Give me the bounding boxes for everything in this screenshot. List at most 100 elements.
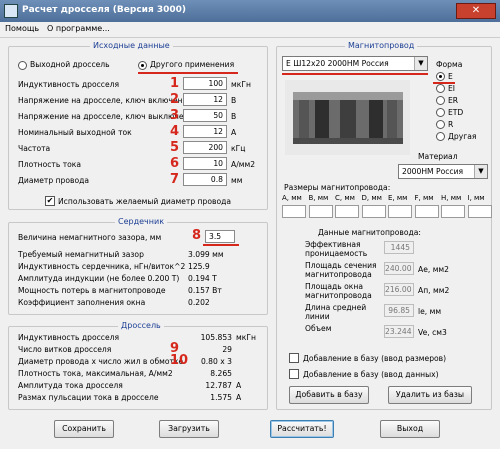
form-radio-label: ER — [448, 96, 459, 105]
size-input[interactable] — [335, 205, 359, 218]
input-field[interactable]: 12 — [183, 125, 227, 138]
form-radio-label: E — [448, 72, 453, 81]
core-data-field: 96.85 — [384, 304, 414, 317]
size-input[interactable] — [467, 205, 492, 218]
chevron-down-icon[interactable]: ▼ — [414, 57, 427, 70]
size-col-label: B, мм — [308, 194, 329, 202]
choke-group-title: Дроссель — [118, 321, 164, 330]
input-label: Напряжение на дросселе, ключ включен — [18, 96, 183, 105]
form-radio-label: EI — [448, 84, 456, 93]
core-result-value: 125.9 — [188, 262, 210, 271]
magnet-group-title: Магнитопровод — [345, 41, 418, 50]
form-radio-r[interactable] — [436, 120, 445, 129]
core-result-value: 0.157 Вт — [188, 286, 222, 295]
radio-output-choke[interactable] — [18, 61, 27, 70]
select-underline — [282, 73, 428, 75]
core-result-value: 0.202 — [188, 298, 210, 307]
material-value: 2000НМ Россия — [402, 167, 464, 176]
form-label: Форма — [436, 60, 463, 69]
size-col-label: E, мм — [388, 194, 408, 202]
form-radio-label: R — [448, 120, 454, 129]
core-data-title: Данные магнитопровода: — [318, 228, 421, 237]
choke-result-unit: А — [236, 381, 242, 390]
size-input[interactable] — [282, 205, 306, 218]
core-data-label: Площадь окна — [305, 282, 364, 291]
use-wire-diameter-checkbox[interactable]: ✔ — [45, 196, 55, 206]
form-radio-e[interactable] — [436, 72, 445, 81]
size-input[interactable] — [441, 205, 465, 218]
load-button[interactable]: Загрузить — [159, 420, 219, 438]
menu-help[interactable]: Помощь — [5, 24, 39, 33]
size-input[interactable] — [308, 205, 333, 218]
core-data-label: Эффективная — [305, 240, 361, 249]
gap-input[interactable]: 3.5 — [205, 230, 235, 243]
material-select[interactable]: 2000НМ Россия ▼ — [398, 164, 488, 179]
core-data-label2: магнитопровода — [305, 291, 372, 300]
annotation-number: 10 — [170, 353, 189, 368]
input-field[interactable]: 200 — [183, 141, 227, 154]
form-radio-er[interactable] — [436, 96, 445, 105]
size-col-label: C, мм — [335, 194, 355, 202]
input-field[interactable]: 12 — [183, 93, 227, 106]
choke-result-label: Индуктивность дросселя — [18, 333, 120, 342]
core-type-select[interactable]: Е Ш12х20 2000НМ Россия ▼ — [282, 56, 428, 71]
input-field[interactable]: 10 — [183, 157, 227, 170]
core-result-value: 3.099 мм — [188, 250, 224, 259]
input-field[interactable]: 50 — [183, 109, 227, 122]
add-data-checkbox[interactable] — [289, 369, 299, 379]
form-radio-другая[interactable] — [436, 132, 445, 141]
form-radio-etd[interactable] — [436, 108, 445, 117]
size-input[interactable] — [388, 205, 412, 218]
calculate-button[interactable]: Рассчитать! — [270, 420, 334, 438]
gap-label: Величина немагнитного зазора, мм — [18, 233, 162, 242]
core-result-label: Требуемый немагнитный зазор — [18, 250, 144, 259]
input-label: Индуктивность дросселя — [18, 80, 120, 89]
core-data-unit: Ап, мм2 — [418, 286, 450, 295]
annotation-number: 2 — [170, 92, 180, 107]
form-radio-ei[interactable] — [436, 84, 445, 93]
delete-from-base-button[interactable]: Удалить из базы — [388, 386, 472, 404]
save-button[interactable]: Сохранить — [54, 420, 114, 438]
input-unit: А — [231, 128, 237, 137]
add-sizes-checkbox[interactable] — [289, 353, 299, 363]
radio-other-use[interactable] — [138, 61, 147, 70]
input-label: Номинальный выходной ток — [18, 128, 132, 137]
size-col-label: H, мм — [441, 194, 462, 202]
chevron-down-icon[interactable]: ▼ — [474, 165, 487, 178]
sizes-title: Размеры магнитопровода: — [284, 183, 391, 192]
core-data-field: 23.244 — [384, 325, 414, 338]
input-label: Диаметр провода — [18, 176, 90, 185]
input-unit: В — [231, 96, 237, 105]
size-input[interactable] — [414, 205, 439, 218]
input-group-title: Исходные данные — [90, 41, 173, 50]
choke-result-unit: А — [236, 393, 242, 402]
annotation-number: 5 — [170, 140, 180, 155]
material-label: Материал — [418, 152, 458, 161]
menu-about[interactable]: О программе... — [47, 24, 110, 33]
input-field[interactable]: 0.8 — [183, 173, 227, 186]
choke-result-label: Число витков дросселя — [18, 345, 112, 354]
use-wire-diameter-label: Использовать желаемый диаметр провода — [58, 197, 232, 206]
annotation-number: 4 — [170, 124, 180, 139]
form-radio-label: Другая — [448, 132, 477, 141]
size-col-label: A, мм — [282, 194, 302, 202]
size-input[interactable] — [361, 205, 386, 218]
input-label: Напряжение на дросселе, ключ выключен — [18, 112, 189, 121]
close-button[interactable]: ✕ — [456, 3, 496, 19]
input-unit: А/мм2 — [231, 160, 256, 169]
core-result-label: Индуктивность сердечника, нГн/виток^2 — [18, 262, 186, 271]
core-result-label: Амплитуда индукции (не более 0.200 Т) — [18, 274, 180, 283]
window-title: Расчет дросселя (Версия 3000) — [22, 5, 187, 15]
core-result-label: Мощность потерь в магнитопроводе — [18, 286, 166, 295]
input-unit: мкГн — [231, 80, 251, 89]
input-field[interactable]: 100 — [183, 77, 227, 90]
core-result-value: 0.194 Т — [188, 274, 217, 283]
choke-result-value: 1.575 — [210, 393, 232, 402]
add-to-base-button[interactable]: Добавить в базу — [289, 386, 369, 404]
core-result-label: Коэффициент заполнения окна — [18, 298, 146, 307]
gap-underline — [203, 244, 239, 246]
choke-result-value: 12.787 — [205, 381, 232, 390]
exit-button[interactable]: Выход — [380, 420, 440, 438]
radio-other-use-label: Другого применения — [150, 60, 235, 69]
add-sizes-label: Добавление в базу (ввод размеров) — [303, 354, 447, 363]
